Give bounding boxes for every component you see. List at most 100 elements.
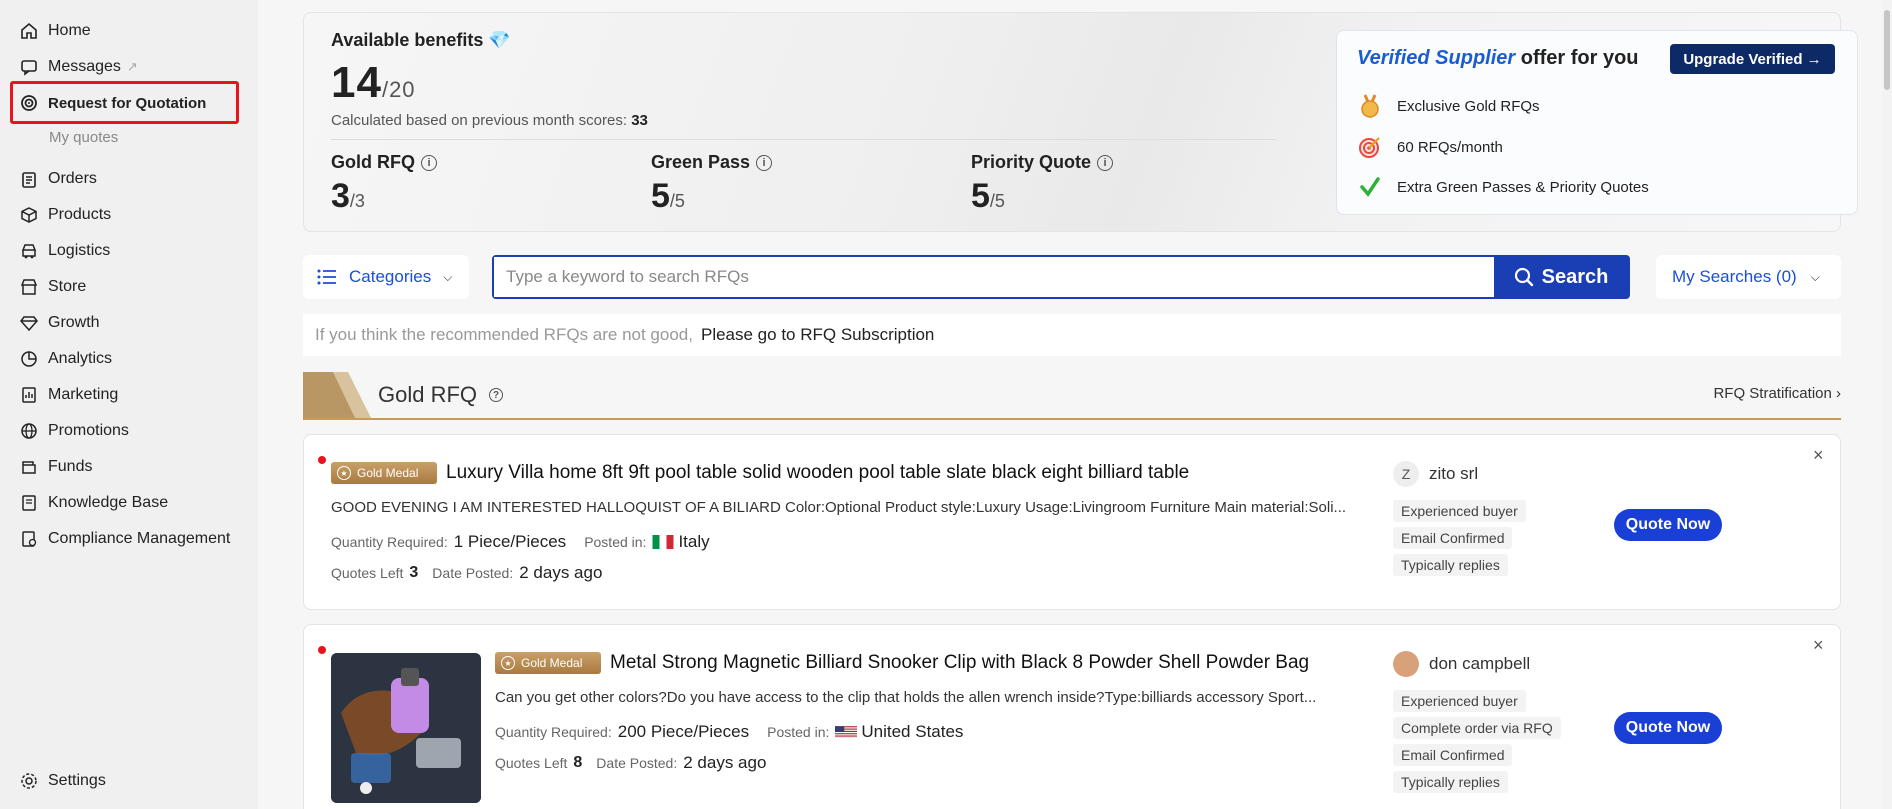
search-input[interactable] xyxy=(494,257,1494,297)
buyer-tag: Email Confirmed xyxy=(1393,744,1513,766)
upgrade-verified-button[interactable]: Upgrade Verified → xyxy=(1670,44,1835,74)
buyer-tag: Experienced buyer xyxy=(1393,690,1526,712)
divider xyxy=(331,139,1276,140)
rfq-title[interactable]: Luxury Villa home 8ft 9ft pool table sol… xyxy=(446,462,1189,484)
unread-dot xyxy=(318,646,326,654)
close-icon[interactable]: × xyxy=(1813,635,1824,656)
scrollbar[interactable] xyxy=(1882,0,1892,809)
rfq-quantity-row: Quantity Required: 1 Piece/Pieces Posted… xyxy=(331,532,710,551)
rfq-quotes-row: Quotes Left 3 Date Posted: 2 days ago xyxy=(331,563,603,582)
rfq-card: ★ Gold Medal Metal Strong Magnetic Billi… xyxy=(303,624,1841,809)
buyer-tag: Typically replies xyxy=(1393,554,1508,576)
metric-gold-rfq-label: Gold RFQ i xyxy=(331,152,437,173)
buyer-name[interactable]: Z zito srl xyxy=(1393,461,1478,487)
search-icon xyxy=(1514,267,1534,287)
close-icon[interactable]: × xyxy=(1813,445,1824,466)
sidebar-item-messages[interactable]: Messages ↗ xyxy=(20,53,138,81)
buyer-name[interactable]: don campbell xyxy=(1393,651,1530,677)
box-icon xyxy=(20,206,38,224)
sidebar-subitem-my-quotes[interactable]: My quotes xyxy=(49,129,118,146)
sidebar-item-label: Marketing xyxy=(48,386,119,403)
sidebar-item-products[interactable]: Products xyxy=(20,201,111,229)
buyer-tag: Complete order via RFQ xyxy=(1393,717,1561,739)
pie-chart-icon xyxy=(20,350,38,368)
product-thumbnail[interactable] xyxy=(331,653,481,803)
avatar: Z xyxy=(1393,461,1419,487)
buyer-tag: Email Confirmed xyxy=(1393,527,1513,549)
sidebar-item-home[interactable]: Home xyxy=(20,17,91,45)
medal-icon: ★ xyxy=(501,656,515,670)
rfq-quantity-row: Quantity Required: 200 Piece/Pieces Post… xyxy=(495,722,964,741)
sidebar-item-label: Home xyxy=(48,22,91,39)
gold-medal-icon xyxy=(1357,93,1383,119)
sidebar-item-label: Growth xyxy=(48,314,100,331)
rfq-description: Can you get other colors?Do you have acc… xyxy=(495,689,1317,706)
sidebar-item-label: Logistics xyxy=(48,242,111,259)
list-icon xyxy=(317,268,337,286)
wallet-icon xyxy=(20,458,38,476)
main-content: Available benefits 💎 14/20 Calculated ba… xyxy=(258,0,1892,809)
chevron-down-icon: ⌵ xyxy=(1810,269,1820,284)
sidebar-item-label: Knowledge Base xyxy=(48,494,169,511)
my-searches-dropdown[interactable]: My Searches (0) ⌵ xyxy=(1656,255,1841,299)
unread-dot xyxy=(318,456,326,464)
sidebar-item-settings[interactable]: Settings xyxy=(20,767,106,795)
quote-now-button[interactable]: Quote Now xyxy=(1614,712,1722,744)
sidebar-item-knowledge-base[interactable]: Knowledge Base xyxy=(20,489,168,517)
chart-board-icon xyxy=(20,386,38,404)
quote-now-button[interactable]: Quote Now xyxy=(1614,509,1722,541)
diamond-icon xyxy=(20,314,38,332)
gold-rfq-title: Gold RFQ ? xyxy=(378,382,504,408)
gold-rfq-section-header: Gold RFQ ? RFQ Stratification › xyxy=(303,372,1841,420)
buyer-tag: Typically replies xyxy=(1393,771,1508,793)
sidebar-item-orders[interactable]: Orders xyxy=(20,165,97,193)
book-icon xyxy=(20,494,38,512)
benefits-title: Available benefits 💎 xyxy=(331,30,511,50)
info-icon[interactable]: i xyxy=(421,154,437,171)
benefits-calc-note: Calculated based on previous month score… xyxy=(331,112,648,129)
home-icon xyxy=(20,22,38,40)
verified-benefit-item: Exclusive Gold RFQs xyxy=(1357,93,1540,119)
verified-supplier-offer: Verified Supplier offer for you Upgrade … xyxy=(1336,30,1858,215)
sidebar: Home Messages ↗ Request for Quotation My… xyxy=(0,0,258,809)
scrollbar-thumb[interactable] xyxy=(1884,10,1890,90)
sidebar-item-funds[interactable]: Funds xyxy=(20,453,92,481)
sidebar-item-logistics[interactable]: Logistics xyxy=(20,237,110,265)
verified-benefit-item: Extra Green Passes & Priority Quotes xyxy=(1357,174,1649,200)
sidebar-item-label: Settings xyxy=(48,772,106,789)
sidebar-item-label: Products xyxy=(48,206,112,223)
info-icon[interactable]: i xyxy=(756,154,773,171)
medal-icon: ★ xyxy=(337,466,351,480)
us-flag-icon xyxy=(835,726,858,738)
sidebar-item-marketing[interactable]: Marketing xyxy=(20,381,118,409)
rfq-stratification-link[interactable]: RFQ Stratification › xyxy=(1713,385,1841,402)
clipboard-icon xyxy=(20,170,38,188)
sidebar-item-store[interactable]: Store xyxy=(20,273,86,301)
sidebar-item-analytics[interactable]: Analytics xyxy=(20,345,112,373)
rfq-title[interactable]: Metal Strong Magnetic Billiard Snooker C… xyxy=(610,652,1309,674)
gold-ribbon-icon xyxy=(303,372,371,418)
sidebar-item-label: Promotions xyxy=(48,422,129,439)
buyer-tag: Experienced buyer xyxy=(1393,500,1526,522)
sidebar-item-promotions[interactable]: Promotions xyxy=(20,417,129,445)
highlight-annotation xyxy=(10,81,239,124)
benefits-panel: Available benefits 💎 14/20 Calculated ba… xyxy=(303,12,1858,232)
chat-icon xyxy=(20,58,38,76)
search-button[interactable]: Search xyxy=(1494,257,1628,297)
verified-offer-title: Verified Supplier offer for you xyxy=(1357,47,1639,69)
help-icon[interactable]: ? xyxy=(489,388,504,402)
product-image xyxy=(331,653,481,803)
categories-dropdown[interactable]: Categories ⌵ xyxy=(303,255,469,299)
external-link-icon: ↗ xyxy=(126,59,138,74)
metric-green-pass-value: 5/5 xyxy=(651,177,685,215)
sidebar-item-label: Funds xyxy=(48,458,93,475)
sidebar-item-compliance-management[interactable]: Compliance Management xyxy=(20,525,230,553)
subscription-notice: If you think the recommended RFQs are no… xyxy=(303,314,1841,356)
diamond-badge-icon: 💎 xyxy=(488,30,511,50)
store-icon xyxy=(20,278,38,296)
info-icon[interactable]: i xyxy=(1097,154,1114,171)
rfq-description: GOOD EVENING I AM INTERESTED HALLOQUIST … xyxy=(331,499,1347,516)
rfq-subscription-link[interactable]: Please go to RFQ Subscription xyxy=(701,325,934,345)
sidebar-item-growth[interactable]: Growth xyxy=(20,309,100,337)
metric-green-pass-label: Green Pass i xyxy=(651,152,773,173)
